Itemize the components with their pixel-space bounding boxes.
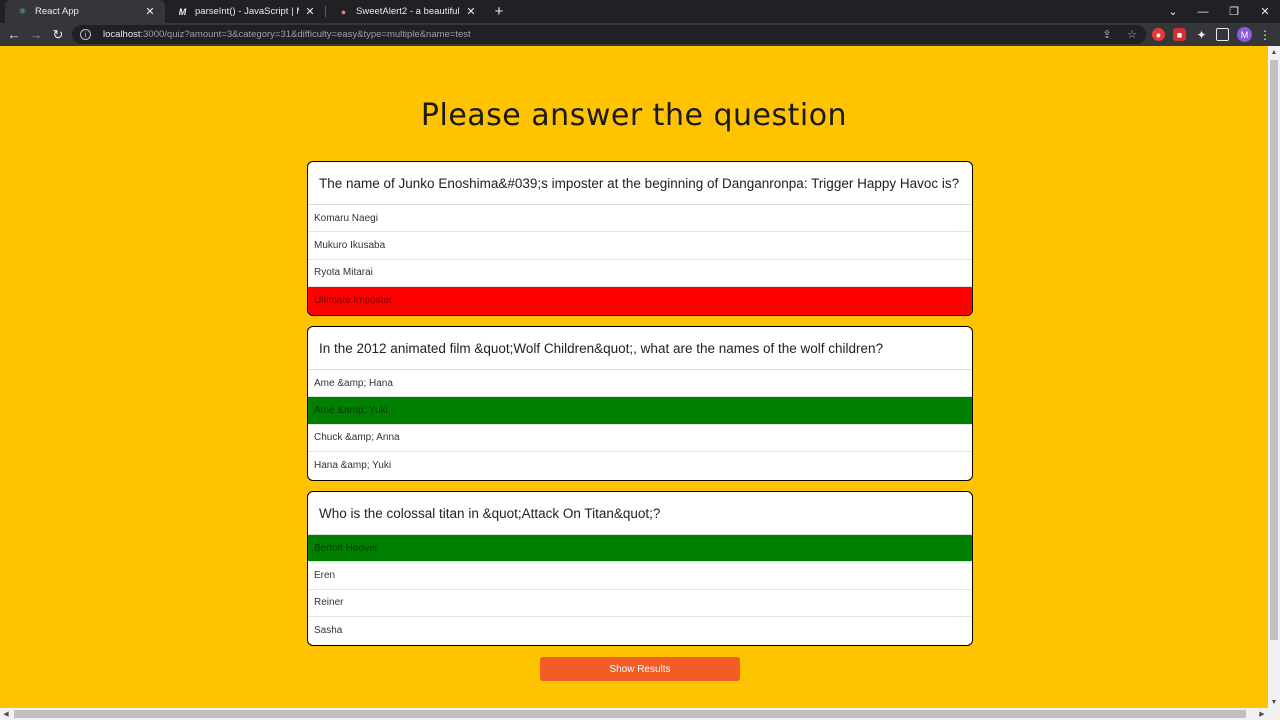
profile-avatar[interactable]: M xyxy=(1237,27,1252,42)
scroll-up-icon[interactable]: ▲ xyxy=(1268,46,1280,58)
answer-option[interactable]: Chuck &amp; Anna xyxy=(308,425,972,453)
tab-title: parseInt() - JavaScript | MDN xyxy=(195,6,299,17)
answer-option[interactable]: Hana &amp; Yuki xyxy=(308,452,972,479)
react-icon: ⚛ xyxy=(18,6,27,16)
close-icon[interactable]: ✕ xyxy=(464,5,478,18)
question-card: The name of Junko Enoshima&#039;s impost… xyxy=(307,161,973,316)
url-text: localhost:3000/quiz?amount=3&category=31… xyxy=(103,29,471,40)
tab-search-icon[interactable]: ⌄ xyxy=(1158,0,1188,23)
side-panel-icon[interactable] xyxy=(1216,28,1229,41)
question-text: In the 2012 animated film &quot;Wolf Chi… xyxy=(308,327,972,370)
question-card: Who is the colossal titan in &quot;Attac… xyxy=(307,491,973,646)
tab-mdn[interactable]: M parseInt() - JavaScript | MDN ✕ xyxy=(165,0,325,23)
tab-title: React App xyxy=(35,6,79,17)
tab-sweetalert[interactable]: ● SweetAlert2 - a beautiful, responsive … xyxy=(326,0,486,23)
answer-option[interactable]: Ame &amp; Hana xyxy=(308,370,972,398)
forward-button[interactable]: → xyxy=(26,23,46,46)
answer-option-correct[interactable]: Ame &amp; Yuki xyxy=(308,397,972,425)
question-card: In the 2012 animated film &quot;Wolf Chi… xyxy=(307,326,973,481)
scroll-right-icon[interactable]: ▶ xyxy=(1256,708,1268,720)
answer-option[interactable]: Sasha xyxy=(308,617,972,644)
extension-record-icon[interactable]: ● xyxy=(1152,28,1165,41)
answer-option[interactable]: Ryota Mitarai xyxy=(308,260,972,288)
tab-title: SweetAlert2 - a beautiful, responsive xyxy=(356,6,460,17)
answer-option[interactable]: Mukuro Ikusaba xyxy=(308,232,972,260)
scroll-down-icon[interactable]: ▼ xyxy=(1268,696,1280,708)
answer-option[interactable]: Reiner xyxy=(308,590,972,618)
question-text: The name of Junko Enoshima&#039;s impost… xyxy=(308,162,972,205)
show-results-button[interactable]: Show Results xyxy=(540,657,740,681)
address-bar[interactable]: i localhost:3000/quiz?amount=3&category=… xyxy=(72,25,1146,44)
scroll-left-icon[interactable]: ◀ xyxy=(0,708,12,720)
scrollbar-thumb[interactable] xyxy=(1270,60,1278,640)
answer-option[interactable]: Eren xyxy=(308,562,972,590)
share-icon[interactable]: ⇪ xyxy=(1098,25,1116,44)
new-tab-button[interactable]: + xyxy=(489,0,509,23)
site-info-icon[interactable]: i xyxy=(80,29,91,40)
answer-option-wrong[interactable]: Ultimate Imposter xyxy=(308,287,972,315)
minimize-button[interactable]: — xyxy=(1188,0,1218,23)
browser-menu-icon[interactable]: ⋮ xyxy=(1258,23,1272,46)
close-icon[interactable]: ✕ xyxy=(303,5,317,18)
restore-button[interactable]: ❐ xyxy=(1219,0,1249,23)
sweetalert-icon: ● xyxy=(340,6,347,17)
extension-red-icon[interactable]: ■ xyxy=(1173,28,1186,41)
vertical-scrollbar[interactable]: ▲ ▼ xyxy=(1268,46,1280,708)
extensions-puzzle-icon[interactable]: ✦ xyxy=(1195,28,1208,42)
back-button[interactable]: ← xyxy=(4,23,24,46)
scrollbar-thumb[interactable] xyxy=(14,710,1246,718)
close-window-button[interactable]: ✕ xyxy=(1250,0,1280,23)
bookmark-star-icon[interactable]: ☆ xyxy=(1123,25,1141,44)
quiz-page: Please answer the question The name of J… xyxy=(0,46,1268,708)
question-text: Who is the colossal titan in &quot;Attac… xyxy=(308,492,972,535)
tab-react-app[interactable]: ⚛ React App ✕ xyxy=(5,0,165,23)
horizontal-scrollbar[interactable]: ◀ ▶ xyxy=(0,708,1280,720)
browser-toolbar: ← → ↻ i localhost:3000/quiz?amount=3&cat… xyxy=(0,23,1280,46)
page-title: Please answer the question xyxy=(420,98,848,133)
close-icon[interactable]: ✕ xyxy=(143,5,157,18)
answer-option[interactable]: Komaru Naegi xyxy=(308,205,972,233)
answer-option-correct[interactable]: Bertolt Hoover xyxy=(308,535,972,563)
mdn-icon: M xyxy=(178,6,187,17)
reload-button[interactable]: ↻ xyxy=(48,23,68,46)
tab-strip: ⚛ React App ✕ M parseInt() - JavaScript … xyxy=(0,0,1280,23)
